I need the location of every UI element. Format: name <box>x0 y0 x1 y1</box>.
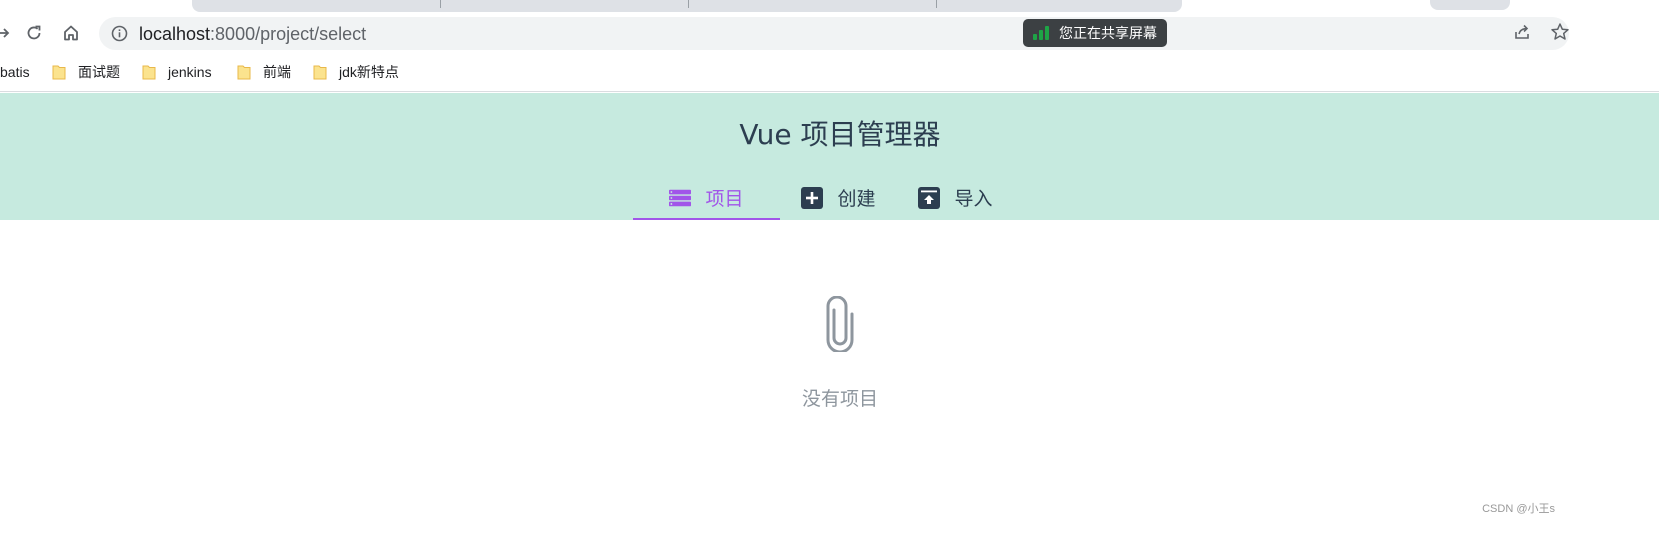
bookmark-item[interactable]: 面试题 <box>52 62 120 82</box>
screen-share-banner[interactable]: 您正在共享屏幕 <box>1023 19 1167 47</box>
address-bar[interactable]: localhost:8000/project/select <box>99 17 1569 50</box>
reload-icon <box>27 25 41 40</box>
browser-toolbar: localhost:8000/project/select 您正在共享屏幕 <box>0 14 1659 54</box>
url-text[interactable]: localhost:8000/project/select <box>139 24 366 45</box>
browser-tabs-area[interactable] <box>192 0 1182 12</box>
plus-square-icon <box>801 186 824 209</box>
page-title: Vue 项目管理器 <box>739 118 941 151</box>
bookmark-item[interactable]: jenkins <box>142 62 212 82</box>
arrow-right-icon <box>0 28 10 38</box>
upload-box-icon <box>918 186 941 209</box>
tab-label: 创建 <box>837 188 876 210</box>
reload-button[interactable] <box>19 18 49 48</box>
tab-create[interactable]: 创建 <box>780 175 897 220</box>
tab-label: 项目 <box>705 188 744 210</box>
tab-projects[interactable]: 项目 <box>633 175 780 220</box>
share-icon <box>1515 24 1529 39</box>
folder-icon <box>313 65 327 80</box>
tab-label: 导入 <box>954 188 993 210</box>
bookmark-label: 前端 <box>263 64 291 80</box>
folder-icon <box>142 65 156 80</box>
bookmark-item[interactable]: jdk新特点 <box>313 62 399 82</box>
list-icon <box>669 187 692 209</box>
bookmark-item[interactable]: 前端 <box>237 62 291 82</box>
paperclip-icon <box>825 295 855 357</box>
bookmark-label: batis <box>0 64 30 80</box>
share-page-button[interactable] <box>1512 22 1532 47</box>
signal-bars-icon <box>1033 26 1049 40</box>
app-header: Vue 项目管理器 项目 创建 导入 <box>0 93 1659 220</box>
bookmarks-bar: batis 面试题 jenkins 前端 jdk新特点 <box>0 54 1659 92</box>
site-info-icon[interactable] <box>111 25 128 42</box>
empty-state-text: 没有项目 <box>801 388 878 410</box>
screen-share-text: 您正在共享屏幕 <box>1059 25 1157 41</box>
profile-button[interactable] <box>1430 0 1510 10</box>
home-icon <box>64 25 78 41</box>
bookmark-item[interactable]: batis <box>0 62 30 82</box>
tab-separator <box>688 0 689 8</box>
main-tabs: 项目 创建 导入 <box>633 175 1014 220</box>
folder-icon <box>237 65 251 80</box>
empty-state <box>0 295 1659 357</box>
browser-tab-strip <box>0 0 1659 14</box>
url-path: :8000/project/select <box>210 24 367 44</box>
bookmark-label: jenkins <box>168 64 212 80</box>
bookmark-label: jdk新特点 <box>339 64 399 80</box>
bookmark-label: 面试题 <box>78 64 120 80</box>
home-button[interactable] <box>56 18 86 48</box>
forward-button[interactable] <box>0 18 18 48</box>
watermark: CSDN @小王s <box>1482 503 1555 515</box>
tab-separator <box>440 0 441 8</box>
star-icon <box>1551 23 1569 40</box>
tab-import[interactable]: 导入 <box>897 175 1014 220</box>
url-host: localhost <box>139 24 211 44</box>
tab-separator <box>936 0 937 8</box>
bookmark-star-button[interactable] <box>1550 22 1570 47</box>
folder-icon <box>52 65 66 80</box>
